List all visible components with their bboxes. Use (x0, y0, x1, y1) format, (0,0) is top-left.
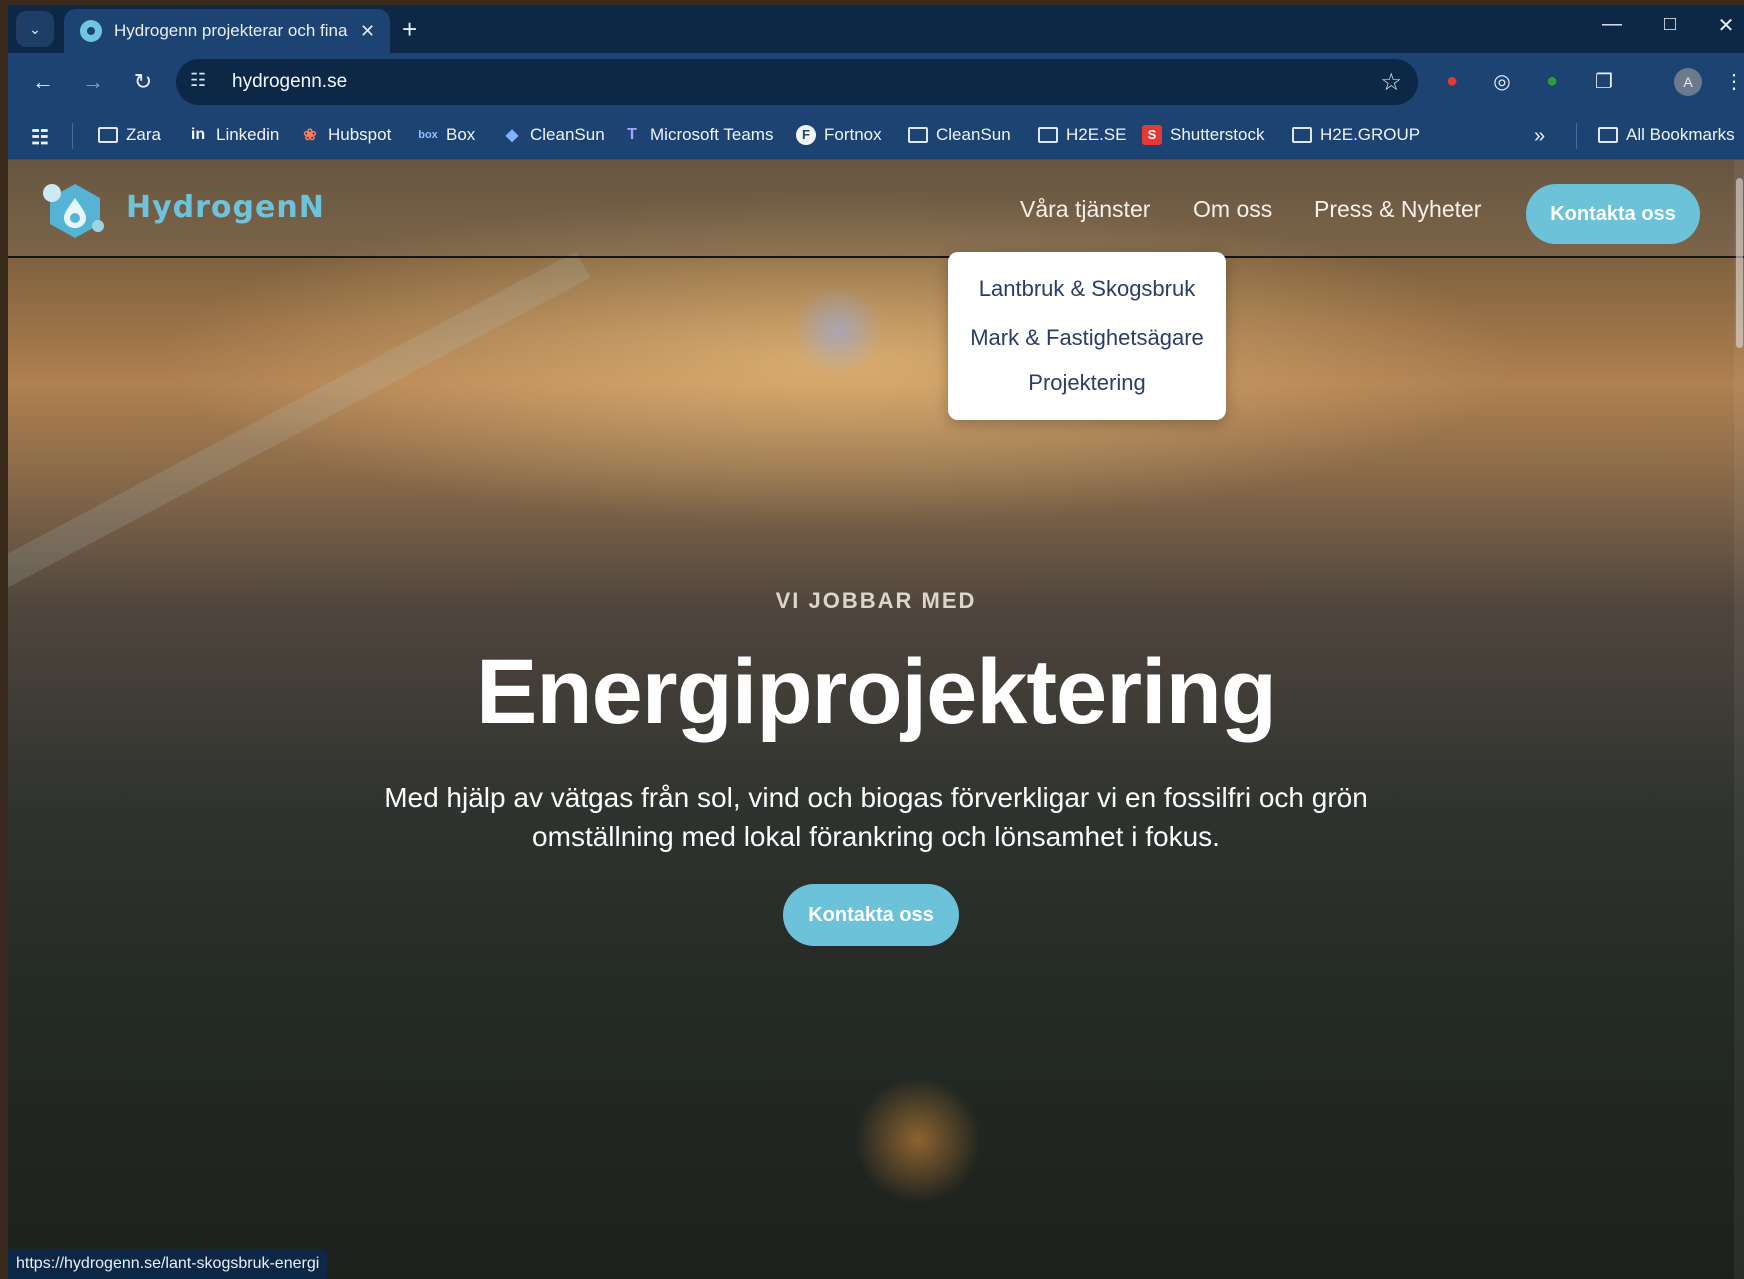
status-bar-url: https://hydrogenn.se/lant-skogsbruk-ener… (8, 1249, 328, 1279)
chevron-down-icon: ⌄ (29, 20, 41, 37)
tab-title: Hydrogenn projekterar och fina (114, 21, 348, 40)
green-extension-icon[interactable]: ● (1538, 67, 1566, 95)
header-contact-button[interactable]: Kontakta oss (1526, 184, 1700, 244)
shutterstock-icon: S (1142, 125, 1162, 145)
bookmark-item[interactable]: ❀ Hubspot (300, 125, 391, 145)
tab-strip: ⌄ Hydrogenn projekterar och fina ✕ + — □… (8, 5, 1744, 53)
bookmark-item[interactable]: box Box (418, 125, 475, 145)
bookmark-label: Shutterstock (1170, 125, 1265, 144)
extensions-puzzle-icon[interactable]: ❐ (1590, 67, 1618, 95)
browser-window: ⌄ Hydrogenn projekterar och fina ✕ + — □… (8, 5, 1744, 1279)
nav-press[interactable]: Press & Nyheter (1314, 196, 1481, 223)
bookmark-item[interactable]: Zara (98, 125, 161, 145)
dropdown-item-agriculture[interactable]: Lantbruk & Skogsbruk (948, 276, 1226, 302)
nav-about[interactable]: Om oss (1193, 196, 1272, 223)
back-arrow-icon[interactable]: ← (26, 65, 60, 99)
folder-icon (98, 127, 118, 143)
hero-contact-button[interactable]: Kontakta oss (783, 884, 959, 946)
folder-icon (1598, 127, 1618, 143)
bookmark-label: Fortnox (824, 125, 882, 144)
dropbox-icon: ◆ (505, 127, 519, 144)
all-bookmarks-button[interactable]: All Bookmarks (1598, 125, 1735, 145)
site-header: HydrogenN Våra tjänster Om oss Press & N… (8, 160, 1744, 258)
all-bookmarks-label: All Bookmarks (1626, 125, 1735, 144)
bookmarks-bar: ☷ Zara in Linkedin ❀ Hubspot box Box ◆ C… (8, 111, 1744, 160)
grammarly-extension-icon[interactable]: ◎ (1488, 67, 1516, 95)
bookmarks-separator (1576, 123, 1577, 149)
bookmark-label: CleanSun (936, 125, 1011, 144)
services-dropdown-menu: Lantbruk & Skogsbruk Mark & Fastighetsäg… (948, 252, 1226, 420)
hero-kicker: VI JOBBAR MED (775, 588, 977, 613)
hydrogenn-favicon-icon (80, 20, 102, 42)
bookmarks-separator (72, 123, 73, 149)
folder-icon (908, 127, 928, 143)
box-icon: box (418, 129, 438, 141)
bookmark-label: CleanSun (530, 125, 605, 144)
bookmark-item[interactable]: ◆ CleanSun (502, 125, 605, 145)
bookmark-item[interactable]: T Microsoft Teams (622, 125, 773, 145)
dropdown-item-projects[interactable]: Projektering (948, 370, 1226, 396)
folder-icon (1038, 127, 1058, 143)
more-bookmarks-button[interactable]: » (1534, 125, 1545, 148)
reload-icon[interactable]: ↻ (126, 65, 160, 99)
address-bar[interactable]: ☷ hydrogenn.se ☆ (176, 59, 1418, 105)
scrollbar-thumb[interactable] (1736, 178, 1743, 348)
dropdown-item-landowners[interactable]: Mark & Fastighetsägare (948, 325, 1226, 351)
tab-search-button[interactable]: ⌄ (16, 11, 54, 47)
maximize-icon[interactable]: □ (1650, 13, 1690, 36)
tab-close-icon[interactable]: ✕ (360, 21, 375, 42)
bookmark-item[interactable]: in Linkedin (188, 125, 279, 145)
browser-toolbar: ← → ↻ ☷ hydrogenn.se ☆ ● ◎ ● ❐ A ⋮ (8, 53, 1744, 111)
bookmark-item[interactable]: H2E.SE (1038, 125, 1126, 145)
bookmark-item[interactable]: H2E.GROUP (1292, 125, 1420, 145)
page-scrollbar[interactable] (1734, 160, 1744, 1279)
close-window-icon[interactable]: ✕ (1706, 13, 1744, 38)
bookmark-label: H2E.GROUP (1320, 125, 1421, 144)
bookmark-label: H2E.SE (1066, 125, 1127, 144)
site-logo-text[interactable]: HydrogenN (126, 190, 325, 225)
site-settings-icon[interactable]: ☷ (190, 70, 206, 91)
browser-menu-icon[interactable]: ⋮ (1720, 67, 1744, 95)
linkedin-icon: in (190, 126, 206, 143)
bookmark-label: Box (446, 125, 476, 144)
bookmark-item[interactable]: F Fortnox (796, 125, 882, 145)
nav-services[interactable]: Våra tjänster (1020, 196, 1150, 223)
page-viewport: HydrogenN Våra tjänster Om oss Press & N… (8, 160, 1744, 1279)
teams-icon: T (627, 126, 637, 143)
hydrogenn-logo-icon (43, 184, 104, 238)
bookmark-item[interactable]: CleanSun (908, 125, 1011, 145)
bookmark-star-icon[interactable]: ☆ (1380, 68, 1402, 97)
forward-arrow-icon[interactable]: → (76, 65, 110, 99)
folder-icon (1292, 127, 1312, 143)
tab-hydrogenn[interactable]: Hydrogenn projekterar och fina ✕ (64, 9, 390, 53)
profile-avatar[interactable]: A (1674, 68, 1702, 96)
url-text[interactable]: hydrogenn.se (232, 71, 347, 93)
bookmark-label: Microsoft Teams (650, 125, 774, 144)
bookmark-label: Linkedin (216, 125, 280, 144)
adblock-extension-icon[interactable]: ● (1438, 67, 1466, 95)
apps-grid-icon[interactable]: ☷ (30, 125, 58, 150)
bookmark-item[interactable]: S Shutterstock (1142, 125, 1265, 145)
new-tab-button[interactable]: + (402, 13, 417, 45)
hero-title: Energiprojektering (476, 641, 1277, 743)
hubspot-icon: ❀ (303, 127, 317, 144)
fortnox-icon: F (796, 125, 816, 145)
minimize-icon[interactable]: — (1592, 13, 1632, 36)
bookmark-label: Zara (126, 125, 161, 144)
bookmark-label: Hubspot (328, 125, 392, 144)
hero-description: Med hjälp av vätgas från sol, vind och b… (384, 782, 1368, 852)
